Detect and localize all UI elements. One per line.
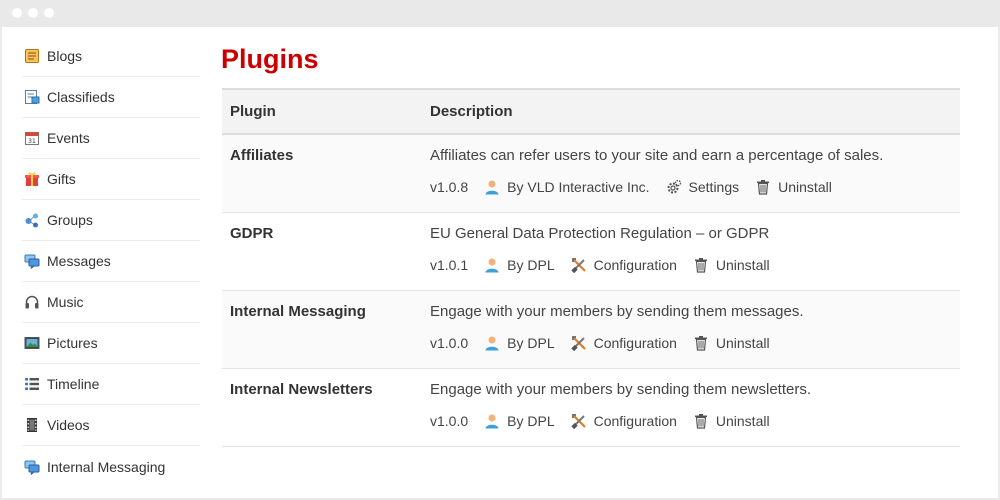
- sidebar-item-blogs[interactable]: Blogs: [22, 36, 200, 77]
- table-row: Internal Messaging Engage with your memb…: [222, 291, 960, 369]
- sidebar-item-pictures[interactable]: Pictures: [22, 323, 200, 364]
- sidebar-item-timeline[interactable]: Timeline: [22, 364, 200, 405]
- sidebar: Blogs Classifieds 31 Events Gifts Groups…: [22, 36, 200, 487]
- table-row: Internal Newsletters Engage with your me…: [222, 369, 960, 447]
- sidebar-item-groups[interactable]: Groups: [22, 200, 200, 241]
- plugin-meta: v1.0.0 By DPL Configuration Uninstall: [430, 413, 811, 429]
- messages-icon: [24, 253, 40, 269]
- plugin-author: By DPL: [484, 413, 555, 429]
- plugin-meta: v1.0.0 By DPL Configuration Uninstall: [430, 335, 804, 351]
- sidebar-item-label: Videos: [47, 417, 90, 433]
- trash-icon: [694, 336, 707, 351]
- svg-text:31: 31: [28, 138, 36, 145]
- gift-icon: [24, 171, 40, 187]
- user-icon: [485, 258, 499, 273]
- plugin-description: EU General Data Protection Regulation – …: [430, 225, 770, 242]
- plugin-author: By VLD Interactive Inc.: [484, 179, 650, 195]
- plugin-meta: v1.0.8 By VLD Interactive Inc. Settings …: [430, 179, 883, 195]
- plugin-meta: v1.0.1 By DPL Configuration Uninstall: [430, 257, 786, 273]
- sidebar-item-label: Groups: [47, 212, 93, 228]
- plugin-version: v1.0.8: [430, 179, 469, 195]
- column-header-plugin: Plugin: [230, 103, 276, 120]
- trash-icon: [757, 180, 770, 195]
- table-row: GDPR EU General Data Protection Regulati…: [222, 213, 960, 291]
- user-icon: [485, 180, 499, 195]
- sidebar-item-label: Timeline: [47, 376, 100, 392]
- configuration-link[interactable]: Configuration: [570, 335, 677, 351]
- table-row: Affiliates Affiliates can refer users to…: [222, 135, 960, 213]
- headphones-icon: [24, 294, 40, 310]
- configuration-link[interactable]: Configuration: [570, 413, 677, 429]
- plugin-version: v1.0.0: [430, 413, 469, 429]
- sidebar-item-messages[interactable]: Messages: [22, 241, 200, 282]
- plugin-name: Internal Messaging: [230, 303, 366, 320]
- sidebar-item-videos[interactable]: Videos: [22, 405, 200, 446]
- tools-icon: [570, 258, 586, 273]
- plugin-description: Affiliates can refer users to your site …: [430, 147, 884, 164]
- sidebar-item-label: Classifieds: [47, 89, 115, 105]
- user-icon: [485, 336, 499, 351]
- classifieds-icon: [24, 89, 40, 105]
- window-minimize-dot[interactable]: [28, 8, 38, 18]
- sidebar-item-label: Events: [47, 130, 90, 146]
- page-title: Plugins: [221, 44, 319, 74]
- uninstall-link[interactable]: Uninstall: [755, 179, 832, 195]
- sidebar-item-internal-messaging[interactable]: Internal Messaging: [22, 446, 200, 487]
- sidebar-item-gifts[interactable]: Gifts: [22, 159, 200, 200]
- messages-icon: [24, 459, 40, 475]
- sidebar-item-label: Blogs: [47, 48, 83, 64]
- window-titlebar: [0, 0, 1000, 27]
- user-icon: [485, 414, 499, 429]
- plugin-version: v1.0.1: [430, 257, 469, 273]
- plugin-name: Affiliates: [230, 147, 294, 164]
- timeline-icon: [24, 376, 40, 392]
- sidebar-item-label: Internal Messaging: [47, 458, 166, 475]
- configuration-link[interactable]: Configuration: [570, 257, 677, 273]
- gear-icon: [667, 179, 681, 194]
- plugin-name: GDPR: [230, 225, 274, 242]
- plugin-author: By DPL: [484, 257, 555, 273]
- uninstall-link[interactable]: Uninstall: [693, 413, 770, 429]
- tools-icon: [570, 336, 586, 351]
- sidebar-item-classifieds[interactable]: Classifieds: [22, 77, 200, 118]
- blog-icon: [24, 48, 40, 64]
- plugin-description: Engage with your members by sending them…: [430, 381, 812, 398]
- calendar-icon: 31: [24, 130, 40, 146]
- plugin-author: By DPL: [484, 335, 555, 351]
- settings-link[interactable]: Settings: [666, 179, 739, 195]
- plugin-version: v1.0.0: [430, 335, 469, 351]
- sidebar-item-label: Messages: [47, 253, 111, 269]
- window-maximize-dot[interactable]: [44, 8, 54, 18]
- sidebar-item-label: Gifts: [47, 171, 76, 187]
- sidebar-item-music[interactable]: Music: [22, 282, 200, 323]
- plugin-name: Internal Newsletters: [230, 381, 373, 398]
- sidebar-item-label: Pictures: [47, 335, 98, 351]
- table-header: Plugin Description: [222, 88, 960, 135]
- uninstall-link[interactable]: Uninstall: [693, 257, 770, 273]
- picture-icon: [24, 335, 40, 351]
- table-body: Affiliates Affiliates can refer users to…: [222, 135, 960, 447]
- plugin-description: Engage with your members by sending them…: [430, 303, 804, 320]
- trash-icon: [694, 258, 707, 273]
- window-close-dot[interactable]: [12, 8, 22, 18]
- sidebar-item-events[interactable]: 31 Events: [22, 118, 200, 159]
- sidebar-item-label: Music: [47, 294, 84, 310]
- uninstall-link[interactable]: Uninstall: [693, 335, 770, 351]
- tools-icon: [570, 414, 586, 429]
- column-header-description: Description: [430, 103, 513, 120]
- groups-icon: [24, 212, 40, 228]
- plugins-table: Plugin Description Affiliates Affiliates…: [222, 88, 960, 447]
- film-icon: [24, 417, 40, 433]
- trash-icon: [694, 414, 707, 429]
